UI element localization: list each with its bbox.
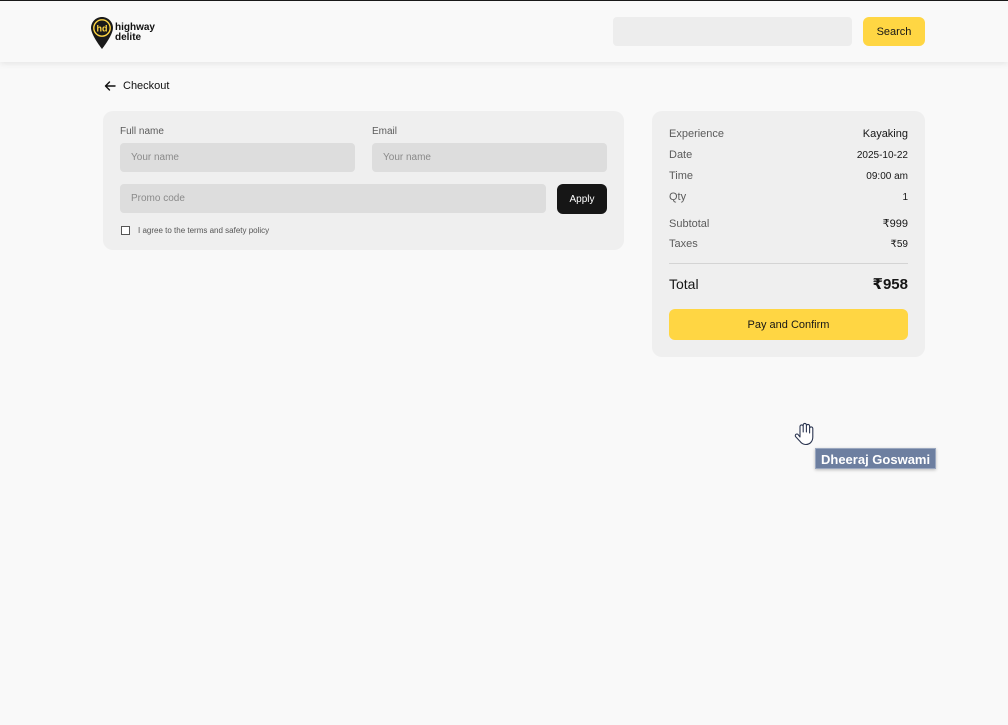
summary-row-time: Time 09:00 am — [669, 170, 908, 182]
logo-text: highway delite — [115, 23, 155, 43]
search-button[interactable]: Search — [863, 17, 925, 46]
hand-pointer-icon — [794, 422, 814, 446]
qty-label: Qty — [669, 191, 687, 203]
experience-value: Kayaking — [862, 128, 908, 140]
order-summary-card: Experience Kayaking Date 2025-10-22 Time… — [652, 111, 925, 357]
contact-form-card: Full name Email Apply I agree to the ter… — [103, 111, 624, 250]
qty-value: 1 — [902, 191, 908, 203]
taxes-value: ₹59 — [890, 238, 909, 250]
search-input[interactable] — [613, 17, 852, 46]
email-label: Email — [372, 126, 398, 137]
subtotal-label: Subtotal — [669, 217, 710, 230]
date-label: Date — [669, 149, 693, 161]
pay-and-confirm-button[interactable]: Pay and Confirm — [669, 309, 908, 340]
summary-row-experience: Experience Kayaking — [669, 128, 908, 140]
time-label: Time — [669, 170, 694, 182]
logo-pin-icon: hd — [91, 17, 113, 49]
summary-row-total: Total ₹958 — [669, 275, 908, 293]
summary-row-date: Date 2025-10-22 — [669, 149, 908, 161]
logo-mark: hd — [97, 24, 108, 34]
arrow-left-icon — [104, 81, 116, 91]
time-value: 09:00 am — [866, 170, 908, 182]
logo-text-line2: delite — [114, 32, 142, 43]
summary-row-subtotal: Subtotal ₹999 — [669, 217, 908, 231]
summary-row-taxes: Taxes ₹59 — [669, 238, 908, 250]
subtotal-value: ₹999 — [882, 218, 908, 230]
date-value: 2025-10-22 — [856, 149, 908, 161]
promo-code-field[interactable] — [120, 184, 546, 213]
total-value: ₹958 — [872, 276, 908, 293]
total-label: Total — [669, 276, 699, 292]
email-field[interactable] — [372, 143, 607, 172]
terms-checkbox[interactable] — [121, 226, 130, 235]
summary-row-qty: Qty 1 — [669, 191, 908, 203]
brand-logo[interactable]: hd highway delite — [91, 17, 155, 49]
collaborator-name-tag: Dheeraj Goswami — [815, 448, 937, 469]
checkout-title: Checkout — [123, 80, 170, 92]
apply-promo-button[interactable]: Apply — [557, 184, 607, 214]
full-name-label: Full name — [120, 126, 164, 137]
top-header: hd highway delite Search — [0, 1, 1008, 62]
back-to-checkout[interactable]: Checkout — [104, 78, 169, 94]
full-name-field[interactable] — [120, 143, 355, 172]
checkout-page: hd highway delite Search Checkout Full n… — [0, 0, 1008, 725]
taxes-label: Taxes — [669, 238, 698, 250]
terms-agreement[interactable]: I agree to the terms and safety policy — [121, 226, 269, 235]
summary-divider — [669, 263, 908, 264]
terms-label: I agree to the terms and safety policy — [138, 226, 270, 235]
experience-label: Experience — [669, 128, 725, 140]
